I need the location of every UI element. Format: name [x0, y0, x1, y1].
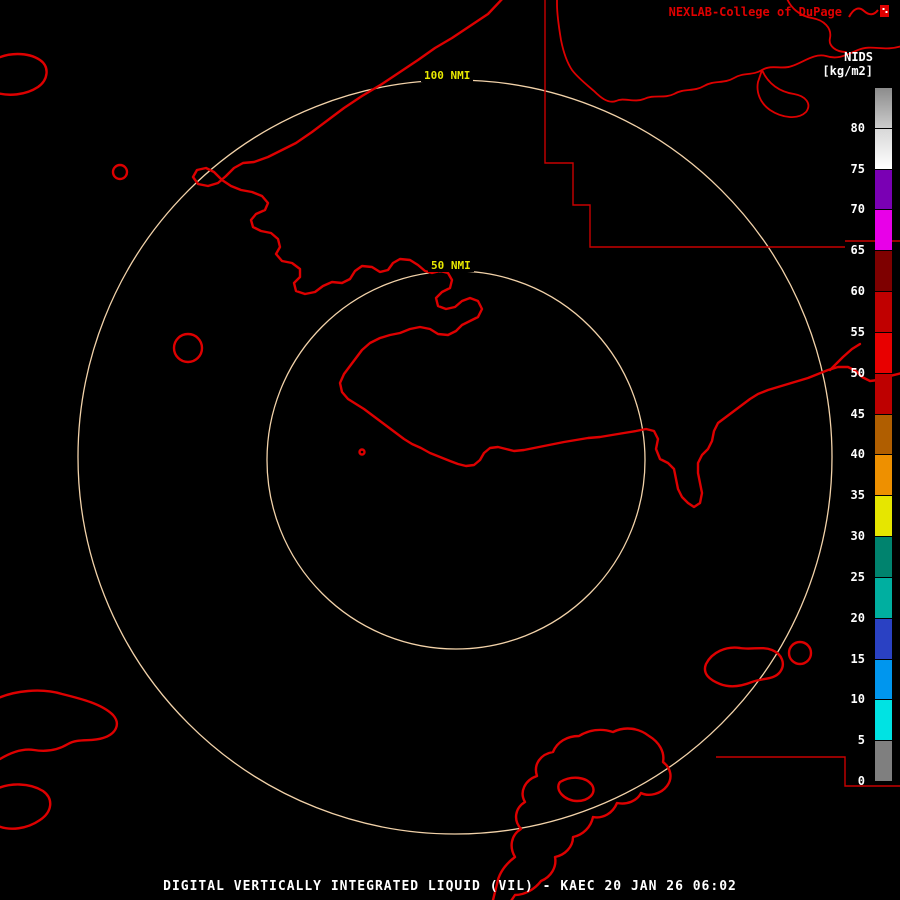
brand-text: NEXLAB-College of DuPage [668, 5, 842, 19]
colorbar-ticks: 80 75 70 65 60 55 50 45 40 35 30 25 20 15 10 5 0 [816, 88, 870, 788]
colorbar-segment [875, 577, 892, 618]
colorbar-tick-label: 30 [850, 529, 865, 544]
range-ring-50nmi [266, 270, 646, 650]
landmass-bottom [491, 727, 672, 900]
island-small-icon [111, 163, 129, 181]
colorbar-tick-label: 25 [850, 569, 865, 584]
colorbar-title: NIDS [844, 50, 873, 64]
colorbar-segment [875, 537, 892, 577]
colorbar-segment [875, 128, 892, 169]
lagoon-bottom [557, 776, 595, 803]
colorbar-segment [875, 332, 892, 373]
range-ring-100nmi [77, 79, 833, 835]
colorbar-tick-label: 50 [850, 365, 865, 380]
colorbar-tick-label: 0 [857, 774, 865, 788]
colorbar-tick-label: 35 [850, 488, 865, 503]
colorbar-segment [875, 659, 892, 700]
colorbar-tick-label: 60 [850, 284, 865, 299]
island-bottomleft-2 [0, 783, 52, 830]
colorbar [875, 88, 892, 782]
island-bottomleft-1 [0, 689, 118, 761]
colorbar-tick-label: 40 [850, 447, 865, 462]
colorbar-tick-label: 70 [850, 202, 865, 217]
cod-logo-icon [848, 5, 889, 18]
colorbar-segment [875, 618, 892, 659]
colorbar-segment [875, 496, 892, 537]
colorbar-header: NIDS [kg/m2] [822, 50, 873, 78]
colorbar-units: [kg/m2] [822, 64, 873, 78]
colorbar-segment [875, 373, 892, 414]
colorbar-tick-label: 80 [850, 120, 865, 135]
colorbar-segment [875, 292, 892, 332]
colorbar-tick-label: 45 [850, 406, 865, 421]
island-topleft [0, 52, 48, 96]
coastline-main [191, 0, 900, 509]
island-round-left [172, 332, 204, 364]
colorbar-segment [875, 741, 892, 781]
colorbar-tick-label: 5 [857, 733, 865, 748]
colorbar-segment [875, 88, 892, 128]
colorbar-tick-label: 10 [850, 692, 865, 707]
coast-dot [358, 448, 366, 456]
colorbar-tick-label: 15 [850, 651, 865, 666]
colorbar-tick-label: 55 [850, 324, 865, 339]
colorbar-segment [875, 169, 892, 210]
range-rings [77, 79, 833, 835]
colorbar-segment [875, 455, 892, 496]
colorbar-segment [875, 414, 892, 455]
colorbar-tick-label: 65 [850, 243, 865, 258]
colorbar-segment [875, 210, 892, 251]
river-blob [756, 69, 810, 118]
colorbar-tick-label: 75 [850, 161, 865, 176]
radar-map [0, 0, 900, 900]
colorbar-segment [875, 700, 892, 741]
coastlines [0, 0, 900, 900]
island-round-right [787, 640, 813, 666]
range-ring-label-50nmi: 50 NMI [428, 259, 474, 272]
colorbar-tick-label: 20 [850, 610, 865, 625]
island-right [703, 646, 784, 688]
colorbar-segment [875, 251, 892, 292]
boundary-staircase-top [544, 0, 845, 248]
range-ring-label-100nmi: 100 NMI [421, 69, 474, 82]
product-caption: DIGITAL VERTICALLY INTEGRATED LIQUID (VI… [163, 879, 737, 894]
boundary-bottom-right [716, 756, 900, 787]
